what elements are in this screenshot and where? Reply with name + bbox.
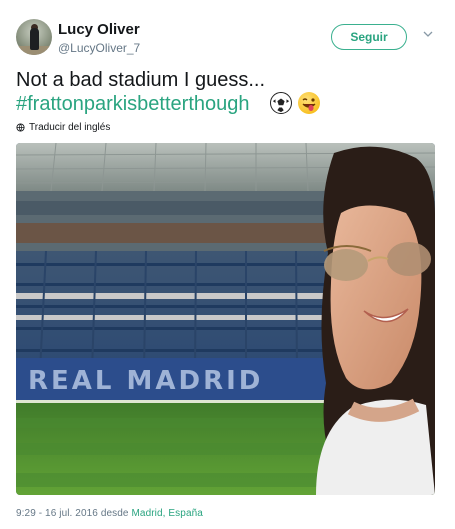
follow-button[interactable]: Seguir	[331, 24, 407, 50]
tweet-meta: 9:29 - 16 jul. 2016 desde Madrid, España	[16, 508, 203, 519]
translate-link[interactable]: Traducir del inglés	[16, 122, 110, 133]
location-link[interactable]: Madrid, España	[131, 508, 202, 519]
winking-face-with-tongue-icon	[298, 92, 320, 114]
globe-icon	[16, 123, 25, 132]
translate-label[interactable]: Traducir del inglés	[29, 122, 110, 133]
hashtag-link[interactable]: #frattonparkisbetterthough	[16, 93, 250, 116]
tweet-photo[interactable]: REAL MADRID	[16, 143, 435, 495]
user-handle[interactable]: @LucyOliver_7	[58, 41, 140, 55]
chevron-down-icon[interactable]	[423, 29, 433, 39]
user-name[interactable]: Lucy Oliver	[58, 21, 140, 38]
stadium-signage: REAL MADRID	[28, 366, 263, 396]
tweet-text: Not a bad stadium I guess...	[16, 69, 266, 91]
avatar[interactable]	[16, 19, 52, 55]
soccer-ball-icon	[270, 92, 292, 114]
timestamp[interactable]: 9:29 - 16 jul. 2016 desde	[16, 508, 129, 519]
